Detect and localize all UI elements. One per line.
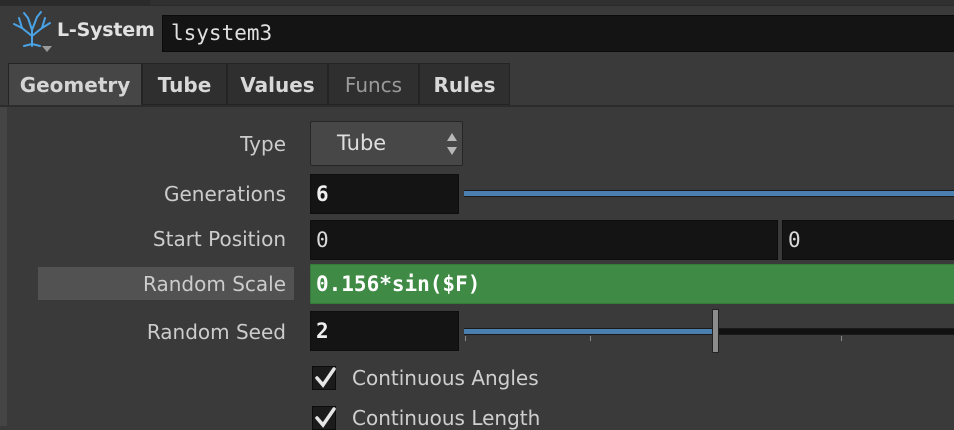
node-name-field[interactable]: lsystem3 [162, 15, 954, 52]
tab-bar: Geometry Tube Values Funcs Rules [0, 63, 954, 107]
start-position-y-field[interactable]: 0 [782, 220, 954, 260]
slider-tick [841, 336, 842, 341]
node-type-label: L-System [57, 19, 155, 41]
start-position-label: Start Position [152, 227, 286, 251]
checkmark-icon [315, 367, 336, 388]
tab-values[interactable]: Values [227, 63, 328, 105]
chevron-down-icon [42, 46, 52, 52]
generations-label: Generations [164, 182, 286, 206]
tree-branch-icon[interactable] [10, 10, 54, 54]
tab-rules[interactable]: Rules [419, 63, 510, 105]
tab-funcs[interactable]: Funcs [328, 63, 419, 105]
slider-tick [465, 336, 466, 341]
continuous-length-label: Continuous Length [352, 406, 541, 430]
random-scale-expression-field[interactable]: 0.156*sin($F) [310, 264, 954, 304]
tab-geometry[interactable]: Geometry [8, 63, 142, 107]
generations-field[interactable]: 6 [310, 174, 459, 214]
generations-slider[interactable] [464, 190, 954, 197]
random-seed-label: Random Seed [146, 320, 286, 344]
updown-arrows-icon [446, 128, 458, 160]
continuous-angles-checkbox[interactable] [312, 366, 336, 390]
type-label: Type [240, 132, 286, 156]
random-scale-label: Random Scale [143, 272, 286, 296]
random-seed-slider-fill[interactable] [464, 328, 714, 335]
start-position-x-field[interactable]: 0 [310, 220, 778, 260]
slider-tick [590, 336, 591, 341]
random-seed-field[interactable]: 2 [310, 311, 459, 351]
panel-edge [0, 107, 7, 426]
random-seed-slider-knob[interactable] [712, 309, 719, 353]
continuous-angles-label: Continuous Angles [352, 366, 539, 390]
type-menu[interactable]: Tube [310, 121, 463, 166]
random-seed-slider-track[interactable] [716, 328, 954, 335]
tab-tube[interactable]: Tube [142, 63, 227, 105]
top-strip [0, 0, 954, 6]
continuous-length-checkbox[interactable] [312, 406, 336, 430]
type-menu-value: Tube [337, 131, 387, 155]
